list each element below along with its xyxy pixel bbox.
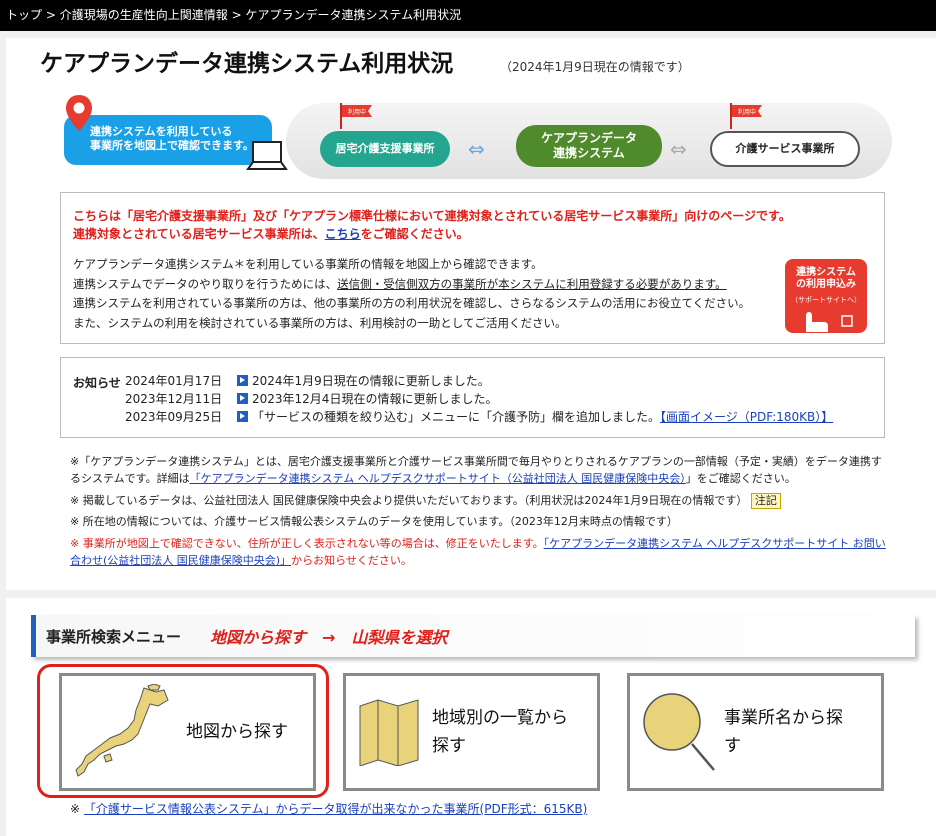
- breadcrumb-productivity-link[interactable]: 介護現場の生産性向上関連情報: [60, 8, 228, 22]
- search-by-name-label-line2: す: [724, 736, 741, 756]
- target-notice-line2-post: をご確認ください。: [360, 227, 469, 241]
- map-banner-line1: 連携システムを利用している: [90, 125, 233, 138]
- news-text: 2024年1月9日現在の情報に更新しました。: [252, 374, 490, 388]
- apply-system-button[interactable]: 連携システム の利用申込み （サポートサイトへ）: [785, 259, 867, 333]
- note-data-source: ※ 掲載しているデータは、公益社団法人 国民健康保険中央会より提供いただいており…: [70, 492, 890, 509]
- search-menu-header: 事業所検索メニュー 地図から探す → 山梨県を選択: [31, 615, 915, 657]
- apply-sub: （サポートサイトへ）: [791, 296, 861, 304]
- description: ケアプランデータ連携システム＊を利用している事業所の情報を地図上から確認できます…: [73, 255, 750, 333]
- news-item: 2024年01月17日 2024年1月9日現在の情報に更新しました。: [125, 372, 490, 390]
- search-menu-hint: 地図から探す → 山梨県を選択: [210, 628, 448, 647]
- arrow-square-icon: [237, 393, 248, 404]
- news-item: 2023年12月11日 2023年12月4日現在の情報に更新しました。: [125, 390, 497, 408]
- search-by-name-card[interactable]: 事業所名から探 す: [627, 673, 884, 791]
- bidirectional-arrow-icon: ⇔: [468, 137, 485, 161]
- note1-post: 」をご確認ください。: [685, 472, 796, 486]
- apply-line2: の利用申込み: [796, 279, 856, 290]
- news-date: 2023年12月11日: [125, 392, 223, 406]
- news-label: お知らせ: [73, 376, 121, 390]
- target-notice-line2-pre: 連携対象とされている居宅サービス事業所は、: [73, 227, 325, 241]
- flag-label: 利用中: [738, 108, 756, 116]
- node-data-system-line2: 連携システム: [553, 146, 625, 160]
- news-date: 2023年09月25日: [125, 410, 223, 424]
- desc-line1: ケアプランデータ連携システム＊を利用している事業所の情報を地図上から確認できます…: [73, 257, 543, 271]
- breadcrumb-top-link[interactable]: トップ: [6, 8, 42, 22]
- news-item: 2023年09月25日 「サービスの種類を絞り込む」メニューに「介護予防」欄を追加…: [125, 408, 833, 426]
- breadcrumb: トップ > 介護現場の生産性向上関連情報 > ケアプランデータ連携システム利用状…: [0, 0, 936, 31]
- desc-line3: 連携システムを利用されている事業所の方は、他の事業所の方の利用状況を確認し、さら…: [73, 296, 751, 310]
- desc-line2-underlined: 送信側・受信側双方の事業所が本システムに利用登録する必要があります。: [337, 276, 727, 291]
- map-banner-line2: 事業所を地図上で確認できます。: [90, 139, 254, 152]
- hero-banner: 連携システムを利用している 事業所を地図上で確認できます。 利用中 利用中 居宅…: [60, 93, 892, 183]
- map-confirm-banner: 連携システムを利用している 事業所を地図上で確認できます。: [64, 115, 272, 165]
- apply-line1: 連携システム: [796, 267, 856, 278]
- info-box: こちらは「居宅介護支援事業所」及び「ケアプラン標準仕様において連携対象とされてい…: [60, 192, 885, 344]
- magnifier-icon: [643, 693, 715, 771]
- node-data-system-line1: ケアプランデータ: [540, 131, 637, 145]
- foot-note-prefix: ※: [70, 802, 81, 816]
- unavailable-offices-note: ※ 「介護サービス情報公表システム」からデータ取得が出来なかった事業所(PDF形…: [70, 800, 587, 817]
- note-system-definition: ※「ケアプランデータ連携システム」とは、居宅介護支援事業所と介護サービス事業所間…: [70, 453, 890, 488]
- as-of-date: （2024年1月9日現在の情報です）: [500, 60, 690, 74]
- node-data-system: ケアプランデータ 連携システム: [516, 125, 662, 167]
- map-card-highlight: [37, 664, 329, 798]
- screen-image-pdf-link[interactable]: 【画面イメージ（PDF:180KB）】: [660, 410, 833, 424]
- node-care-support-office: 居宅介護支援事業所: [320, 131, 450, 167]
- unavailable-offices-pdf-link[interactable]: 「介護サービス情報公表システム」からデータ取得が出来なかった事業所(PDF形式：…: [84, 802, 587, 816]
- folded-map-icon: [359, 699, 419, 766]
- search-by-region-label-line2: 探す: [432, 736, 466, 756]
- news-text: 2023年12月4日現在の情報に更新しました。: [252, 392, 498, 406]
- in-use-flag-icon: 利用中: [730, 103, 762, 129]
- note-location-source: ※ 所在地の情報については、介護サービス情報公表システムのデータを使用しています…: [70, 515, 678, 529]
- news-text: 「サービスの種類を絞り込む」メニューに「介護予防」欄を追加しました。: [252, 410, 661, 424]
- search-by-name-label-line1: 事業所名から探: [724, 708, 843, 728]
- news-box: お知らせ 2024年01月17日 2024年1月9日現在の情報に更新しました。 2…: [60, 357, 885, 438]
- hand-pointer-icon: [806, 312, 853, 332]
- helpdesk-site-link[interactable]: 「ケアプランデータ連携システム ヘルプデスクサポートサイト（公益社団法人 国民健…: [190, 472, 686, 485]
- arrow-square-icon: [237, 375, 248, 386]
- note4-text: ※ 事業所が地図上で確認できない、住所が正しく表示されない等の場合は、修正をいた…: [70, 536, 544, 550]
- news-date: 2024年01月17日: [125, 374, 223, 388]
- flag-label: 利用中: [348, 108, 366, 116]
- arrow-square-icon: [237, 411, 248, 422]
- search-by-region-label-line1: 地域別の一覧から: [432, 708, 568, 728]
- note2-text: ※ 掲載しているデータは、公益社団法人 国民健康保険中央会より提供いただいており…: [70, 493, 748, 507]
- desc-line4: また、システムの利用を検討されている事業所の方は、利用検討の一助としてご活用くだ…: [73, 315, 567, 330]
- laptop-icon: [246, 141, 288, 170]
- map-pin-icon: [66, 95, 92, 131]
- note4-post: からお知らせください。: [291, 554, 412, 568]
- target-notice: こちらは「居宅介護支援事業所」及び「ケアプラン標準仕様において連携対象とされてい…: [73, 207, 791, 243]
- search-by-region-card[interactable]: 地域別の一覧から 探す: [343, 673, 600, 791]
- note-correction: ※ 事業所が地図上で確認できない、住所が正しく表示されない等の場合は、修正をいた…: [70, 535, 890, 570]
- bidirectional-arrow-icon: ⇔: [670, 137, 687, 161]
- target-notice-line1: こちらは「居宅介護支援事業所」及び「ケアプラン標準仕様において連携対象とされてい…: [73, 209, 791, 223]
- search-by-name-label: 事業所名から探 す: [724, 704, 843, 760]
- annotation-badge[interactable]: 注記: [750, 492, 781, 509]
- breadcrumb-current: ケアプランデータ連携システム利用状況: [245, 8, 462, 22]
- page-title: ケアプランデータ連携システム利用状況: [40, 51, 454, 77]
- search-menu-title: 事業所検索メニュー: [46, 628, 182, 646]
- desc-line2-pre: 連携システムでデータのやり取りを行うためには、: [73, 276, 338, 291]
- target-here-link[interactable]: こちら: [325, 227, 361, 241]
- target-notice-line2: 連携対象とされている居宅サービス事業所は、こちらをご確認ください。: [73, 225, 791, 243]
- notes: ※「ケアプランデータ連携システム」とは、居宅介護支援事業所と介護サービス事業所間…: [70, 453, 890, 573]
- desc-line2: 連携システムでデータのやり取りを行うためには、送信側・受信側双方の事業所が本シス…: [73, 275, 750, 295]
- in-use-flag-icon: 利用中: [340, 103, 372, 129]
- breadcrumb-sep: >: [231, 8, 242, 22]
- node-care-service-office: 介護サービス事業所: [710, 131, 860, 167]
- search-by-region-label: 地域別の一覧から 探す: [432, 704, 568, 760]
- breadcrumb-sep: >: [45, 8, 56, 22]
